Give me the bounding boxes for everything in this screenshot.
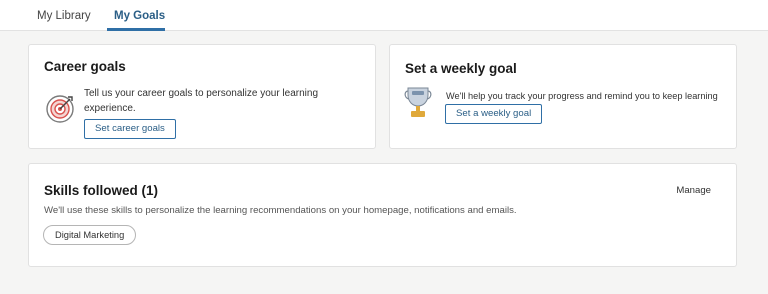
career-goals-title: Career goals [44,59,126,74]
skills-description: We'll use these skills to personalize th… [44,205,517,216]
goals-page: My Library My Goals Career goals Tell us… [0,0,768,294]
set-weekly-goal-button[interactable]: Set a weekly goal [445,104,543,124]
tab-my-library[interactable]: My Library [37,10,91,22]
career-goals-card: Career goals Tell us your career goals t… [28,44,376,149]
target-icon [46,95,74,123]
tab-my-goals[interactable]: My Goals [114,10,165,22]
tab-bar: My Library My Goals [0,0,768,31]
trophy-icon [404,87,432,117]
weekly-goal-description: We'll help you track your progress and r… [446,91,718,101]
set-career-goals-button[interactable]: Set career goals [84,119,176,139]
skills-followed-title: Skills followed (1) [44,183,159,198]
skill-chip-digital-marketing[interactable]: Digital Marketing [43,225,137,245]
weekly-goal-card: Set a weekly goal We'll help you track y… [389,44,737,149]
career-goals-description: Tell us your career goals to personalize… [84,88,319,114]
manage-skills-link[interactable]: Manage [676,185,711,196]
weekly-goal-title: Set a weekly goal [405,61,517,76]
skills-followed-card: Skills followed (1) Manage We'll use the… [28,163,737,267]
active-tab-indicator [107,28,165,31]
